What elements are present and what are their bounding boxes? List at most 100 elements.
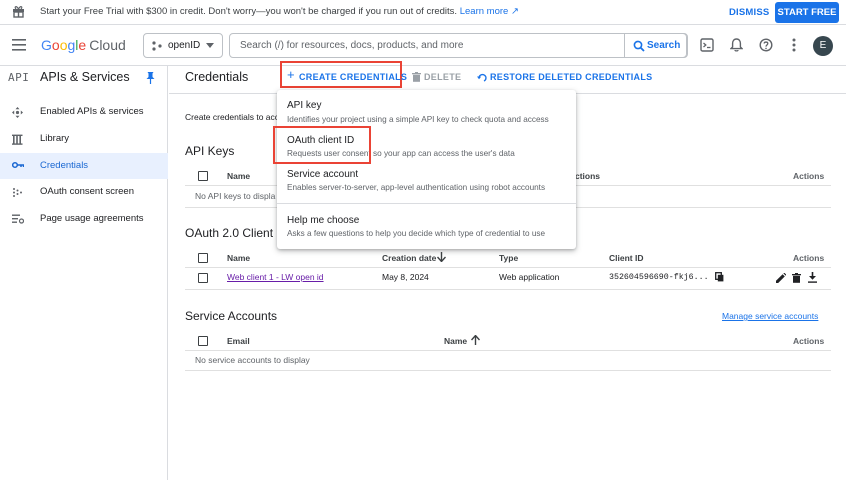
download-icon[interactable]: [808, 272, 817, 283]
service-accounts-title: Service Accounts: [185, 309, 278, 323]
service-accounts-empty-row: No service accounts to display: [185, 350, 831, 371]
logo-cloud-text: Cloud: [89, 37, 126, 53]
menu-item-description: Identifies your project using a simple A…: [287, 115, 549, 124]
menu-divider: [277, 203, 576, 204]
api-keys-title: API Keys: [185, 144, 235, 158]
api-logo: API: [8, 71, 30, 84]
logo-letter: o: [51, 37, 60, 53]
sidebar: API APIs & Services Enabled APIs & servi…: [0, 66, 168, 480]
restore-icon: [477, 73, 487, 82]
column-header-actions: Actions: [793, 253, 825, 263]
chevron-down-icon: [206, 43, 214, 48]
column-header-actions: Actions: [793, 171, 825, 181]
more-vert-icon[interactable]: [792, 38, 796, 52]
learn-more-label: Learn more: [459, 6, 509, 17]
oauth-client-id-highlight: [273, 126, 371, 164]
intro-text: Create credentials to acc: [185, 112, 280, 122]
create-credentials-label: CREATE CREDENTIALS: [299, 72, 408, 82]
menu-icon[interactable]: [12, 39, 26, 51]
row-checkbox[interactable]: [198, 273, 208, 283]
client-id-value: 352604596690-fkj6...: [609, 273, 709, 282]
select-all-checkbox[interactable]: [198, 253, 208, 263]
menu-item-api-key[interactable]: API key Identifies your project using a …: [277, 92, 576, 126]
create-credentials-menu: API key Identifies your project using a …: [273, 90, 576, 249]
column-header-name[interactable]: Name: [227, 171, 250, 181]
search-input[interactable]: [240, 38, 620, 53]
avatar[interactable]: E: [813, 36, 833, 56]
restore-label: RESTORE DELETED CREDENTIALS: [490, 72, 653, 82]
type-value: Web application: [499, 272, 560, 282]
help-icon[interactable]: [759, 38, 773, 52]
menu-item-service-account[interactable]: Service account Enables server-to-server…: [277, 161, 576, 195]
menu-item-title: API key: [287, 100, 322, 111]
sidebar-item-label: Enabled APIs & services: [40, 106, 144, 117]
library-icon: [12, 134, 23, 145]
column-header-actions: Actions: [793, 336, 825, 346]
logo-letter: G: [41, 37, 52, 53]
key-icon: [12, 161, 24, 169]
search-button-label: Search: [647, 40, 681, 51]
trial-banner: Start your Free Trial with $300 in credi…: [0, 0, 846, 25]
plus-icon: +: [287, 67, 295, 82]
column-header-client-id[interactable]: Client ID: [609, 253, 643, 263]
column-header-email[interactable]: Email: [227, 336, 250, 346]
project-picker[interactable]: openID: [143, 33, 223, 58]
pin-icon[interactable]: [146, 72, 155, 84]
learn-more-link[interactable]: Learn more ↗: [460, 6, 519, 17]
enabled-apis-icon: [12, 107, 23, 118]
column-header-type[interactable]: Type: [499, 253, 518, 263]
menu-item-description: Asks a few questions to help you decide …: [287, 229, 546, 238]
sidebar-item-label: Page usage agreements: [40, 213, 144, 224]
project-name: openID: [168, 40, 201, 51]
search-bar: Search: [229, 33, 688, 58]
trial-message: Start your Free Trial with $300 in credi…: [40, 6, 519, 17]
search-icon: [633, 40, 645, 52]
trash-icon: [412, 72, 421, 82]
project-icon: [152, 41, 162, 51]
table-row: Web client 1 - LW open id May 8, 2024 We…: [185, 268, 831, 290]
sidebar-title: APIs & Services: [40, 70, 130, 84]
copy-icon[interactable]: [715, 272, 724, 282]
trial-text: Start your Free Trial with $300 in credi…: [40, 6, 458, 17]
delete-label: DELETE: [424, 72, 462, 82]
sidebar-item-label: Library: [40, 133, 70, 144]
agreements-icon: [12, 214, 24, 224]
sidebar-item-oauth-consent[interactable]: OAuth consent screen: [0, 179, 168, 205]
logo-letter: e: [78, 37, 87, 53]
search-button[interactable]: Search: [624, 33, 688, 58]
consent-icon: [12, 187, 23, 198]
oauth-table-header: Name Creation date Type Client ID Action…: [185, 248, 831, 268]
menu-item-title: Service account: [287, 169, 359, 180]
sidebar-item-credentials[interactable]: Credentials: [0, 153, 168, 179]
menu-item-help-me-choose[interactable]: Help me choose Asks a few questions to h…: [277, 206, 576, 242]
select-all-checkbox[interactable]: [198, 171, 208, 181]
menu-item-description: Enables server-to-server, app-level auth…: [287, 183, 546, 192]
arrow-down-icon[interactable]: [437, 252, 446, 262]
column-header-restrictions[interactable]: ctions: [575, 171, 600, 181]
column-header-creation-date[interactable]: Creation date: [382, 253, 436, 263]
notifications-bell-icon[interactable]: [730, 38, 743, 52]
google-cloud-logo[interactable]: Google Cloud: [41, 37, 126, 53]
oauth-client-name-link[interactable]: Web client 1 - LW open id: [227, 272, 324, 282]
creation-date-value: May 8, 2024: [382, 272, 429, 282]
sidebar-item-page-usage[interactable]: Page usage agreements: [0, 206, 168, 232]
start-free-button[interactable]: START FREE: [775, 2, 839, 23]
sidebar-header: API APIs & Services: [0, 66, 168, 92]
api-keys-empty-text: No API keys to displa: [195, 191, 276, 201]
arrow-up-icon[interactable]: [471, 335, 480, 345]
manage-service-accounts-link[interactable]: Manage service accounts: [722, 311, 818, 321]
gift-icon: [12, 5, 25, 18]
dismiss-button[interactable]: DISMISS: [729, 7, 769, 18]
page-title: Credentials: [185, 70, 249, 84]
select-all-checkbox[interactable]: [198, 336, 208, 346]
delete-icon[interactable]: [792, 273, 801, 283]
edit-icon[interactable]: [776, 273, 786, 283]
service-accounts-empty-text: No service accounts to display: [195, 355, 310, 365]
create-credentials-button[interactable]: + CREATE CREDENTIALS: [280, 61, 407, 88]
cloud-shell-icon[interactable]: [700, 38, 714, 52]
sidebar-item-library[interactable]: Library: [0, 126, 168, 152]
column-header-name[interactable]: Name: [444, 336, 467, 346]
top-bar: GoogleCloud openID Search E: [0, 26, 846, 66]
sidebar-item-enabled-apis[interactable]: Enabled APIs & services: [0, 99, 168, 125]
column-header-name[interactable]: Name: [227, 253, 250, 263]
